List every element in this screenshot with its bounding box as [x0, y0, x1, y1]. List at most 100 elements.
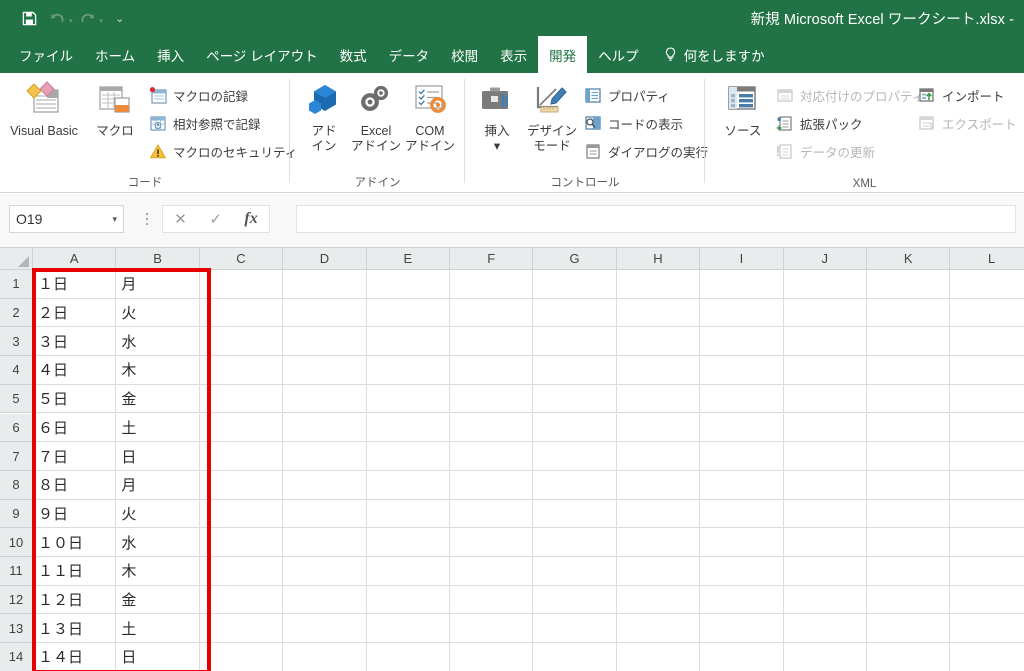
cell-J10[interactable]	[783, 528, 867, 557]
macros-button[interactable]: マクロ	[84, 79, 146, 167]
column-header-F[interactable]: F	[450, 248, 534, 270]
cell-E3[interactable]	[366, 327, 450, 357]
formula-input[interactable]	[296, 205, 1016, 233]
cell-F6[interactable]	[450, 413, 534, 443]
cell-F3[interactable]	[450, 327, 534, 357]
cell-E2[interactable]	[366, 298, 450, 328]
redo-dropdown-caret-icon[interactable]: ▾	[100, 17, 104, 25]
cell-E8[interactable]	[366, 470, 450, 500]
row-header-7[interactable]: 7	[0, 442, 33, 471]
row-header-12[interactable]: 12	[0, 585, 33, 615]
insert-function-icon[interactable]: fx	[244, 210, 257, 228]
cell-L2[interactable]	[950, 298, 1024, 328]
cell-J14[interactable]	[783, 643, 867, 671]
cell-D1[interactable]	[283, 270, 367, 299]
cell-G10[interactable]	[533, 528, 617, 557]
cell-E11[interactable]	[366, 557, 450, 586]
run-dialog-button[interactable]: ダイアログの実行	[583, 139, 708, 163]
cell-G12[interactable]	[533, 585, 617, 615]
cell-C12[interactable]	[199, 585, 284, 615]
cell-F1[interactable]	[450, 270, 534, 299]
cell-A4[interactable]: ４日	[33, 356, 117, 385]
row-header-4[interactable]: 4	[0, 356, 33, 385]
cell-B5[interactable]: 金	[116, 384, 200, 414]
cell-A1[interactable]: １日	[33, 270, 117, 299]
use-relative-references-button[interactable]: 相対参照で記録	[148, 111, 261, 135]
cell-F13[interactable]	[450, 614, 534, 644]
cell-F4[interactable]	[450, 356, 534, 385]
cell-L13[interactable]	[950, 614, 1024, 644]
cell-A5[interactable]: ５日	[33, 384, 117, 414]
tab-insert[interactable]: 挿入	[146, 36, 195, 73]
cell-I9[interactable]	[700, 499, 784, 529]
cell-B7[interactable]: 日	[116, 442, 200, 471]
column-header-C[interactable]: C	[199, 248, 284, 270]
cell-H6[interactable]	[616, 413, 701, 443]
cell-I12[interactable]	[700, 585, 784, 615]
row-header-1[interactable]: 1	[0, 270, 33, 299]
column-header-H[interactable]: H	[616, 248, 701, 270]
cell-B12[interactable]: 金	[116, 585, 200, 615]
save-icon[interactable]	[16, 7, 42, 29]
tab-developer[interactable]: 開発	[538, 36, 588, 73]
cell-A10[interactable]: １０日	[33, 528, 117, 557]
cell-A3[interactable]: ３日	[33, 327, 117, 357]
cell-C4[interactable]	[199, 356, 284, 385]
cell-H12[interactable]	[616, 585, 701, 615]
row-header-3[interactable]: 3	[0, 327, 33, 357]
cell-D5[interactable]	[283, 384, 367, 414]
cell-F9[interactable]	[450, 499, 534, 529]
tab-view[interactable]: 表示	[489, 36, 538, 73]
cell-C6[interactable]	[199, 413, 284, 443]
cell-C7[interactable]	[199, 442, 284, 471]
cell-D13[interactable]	[283, 614, 367, 644]
cell-G8[interactable]	[533, 470, 617, 500]
cell-E7[interactable]	[366, 442, 450, 471]
cell-I3[interactable]	[700, 327, 784, 357]
cell-E4[interactable]	[366, 356, 450, 385]
design-mode-button[interactable]: デザイン モード	[523, 79, 581, 167]
cell-J13[interactable]	[783, 614, 867, 644]
column-header-L[interactable]: L	[950, 248, 1024, 270]
cell-D14[interactable]	[283, 643, 367, 671]
cell-K14[interactable]	[867, 643, 951, 671]
cell-K12[interactable]	[867, 585, 951, 615]
cell-I5[interactable]	[700, 384, 784, 414]
cell-I14[interactable]	[700, 643, 784, 671]
row-header-2[interactable]: 2	[0, 298, 33, 328]
cell-L14[interactable]	[950, 643, 1024, 671]
tab-file[interactable]: ファイル	[8, 36, 84, 73]
cell-I8[interactable]	[700, 470, 784, 500]
cell-F5[interactable]	[450, 384, 534, 414]
cell-B3[interactable]: 水	[116, 327, 200, 357]
cell-A7[interactable]: ７日	[33, 442, 117, 471]
cell-B8[interactable]: 月	[116, 470, 200, 500]
undo-dropdown-caret-icon[interactable]: ▾	[69, 17, 73, 25]
redo-icon[interactable]	[75, 7, 101, 29]
cell-G3[interactable]	[533, 327, 617, 357]
cell-B6[interactable]: 土	[116, 413, 200, 443]
row-header-8[interactable]: 8	[0, 470, 33, 500]
cell-C8[interactable]	[199, 470, 284, 500]
cell-C2[interactable]	[199, 298, 284, 328]
row-header-9[interactable]: 9	[0, 499, 33, 529]
cell-K5[interactable]	[867, 384, 951, 414]
cell-D10[interactable]	[283, 528, 367, 557]
cell-E6[interactable]	[366, 413, 450, 443]
cell-C10[interactable]	[199, 528, 284, 557]
cell-B11[interactable]: 木	[116, 557, 200, 586]
cell-L5[interactable]	[950, 384, 1024, 414]
cell-D9[interactable]	[283, 499, 367, 529]
cell-K4[interactable]	[867, 356, 951, 385]
cell-H4[interactable]	[616, 356, 701, 385]
cell-J3[interactable]	[783, 327, 867, 357]
cell-I13[interactable]	[700, 614, 784, 644]
cell-G11[interactable]	[533, 557, 617, 586]
excel-addins-button[interactable]: Excel アドイン	[348, 79, 404, 167]
cell-L12[interactable]	[950, 585, 1024, 615]
name-box[interactable]: O19 ▾	[9, 205, 124, 233]
cell-B1[interactable]: 月	[116, 270, 200, 299]
cell-J1[interactable]	[783, 270, 867, 299]
cell-C9[interactable]	[199, 499, 284, 529]
cell-K9[interactable]	[867, 499, 951, 529]
